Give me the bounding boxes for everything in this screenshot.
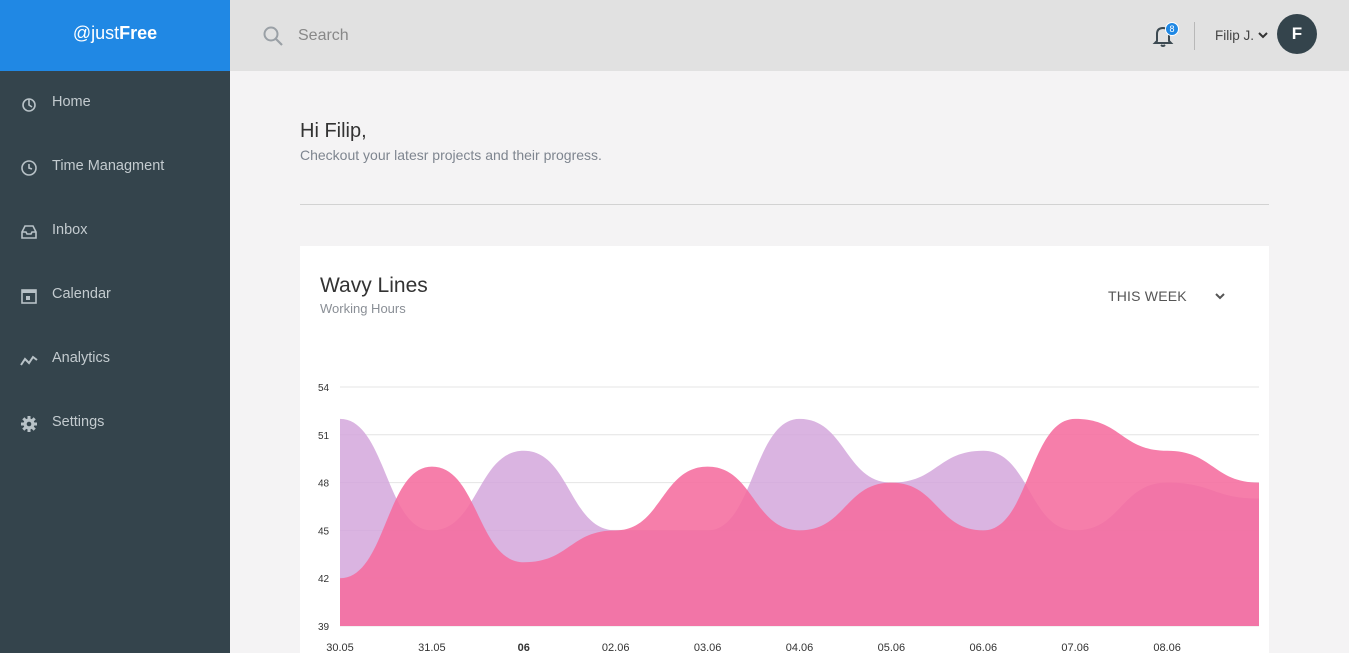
y-tick-label: 42 — [318, 574, 330, 585]
user-name[interactable]: Filip J. — [1215, 28, 1254, 43]
analytics-icon — [20, 355, 38, 366]
area-chart: 39 42 45 48 51 54 30.05 31.05 06 02.06 03.06 04.06 0… — [318, 383, 1259, 653]
sidebar-item-analytics[interactable]: Analytics — [0, 339, 230, 379]
sidebar-item-label: Analytics — [52, 350, 111, 366]
brand-logo[interactable]: @just Free — [0, 0, 230, 71]
sidebar-item-inbox[interactable]: Inbox — [0, 211, 230, 251]
brand-prefix: @just — [72, 23, 120, 43]
chart-card: Wavy Lines Working Hours THIS WEEK 39 42 4… — [300, 246, 1269, 653]
topbar: 8 Filip J. F — [230, 0, 1349, 71]
topbar-divider — [1194, 22, 1195, 50]
divider — [300, 204, 1269, 205]
sidebar-item-time-managment[interactable]: Time Managment — [0, 147, 230, 187]
notification-badge: 8 — [1165, 22, 1179, 36]
sidebar-item-label: Home — [52, 94, 91, 110]
gear-icon — [21, 416, 37, 432]
y-tick-label: 48 — [318, 479, 330, 490]
x-tick-label: 31.05 — [418, 642, 446, 653]
page-title: Hi Filip, — [300, 120, 367, 142]
y-tick-label: 45 — [318, 526, 330, 537]
y-tick-label: 51 — [318, 431, 330, 442]
sidebar-item-label: Settings — [52, 414, 105, 430]
page-subtitle: Checkout your latesr projects and their … — [300, 147, 602, 163]
sidebar-item-label: Time Managment — [52, 158, 165, 174]
search-input[interactable] — [298, 23, 798, 49]
sidebar-item-home[interactable]: Home — [0, 83, 230, 123]
inbox-icon — [21, 225, 37, 239]
x-tick-label: 05.06 — [878, 642, 906, 653]
sidebar-item-settings[interactable]: Settings — [0, 403, 230, 443]
x-tick-label: 30.05 — [326, 642, 354, 653]
avatar[interactable]: F — [1277, 14, 1317, 54]
home-icon — [22, 98, 36, 112]
clock-icon — [21, 160, 37, 176]
x-tick-label: 06.06 — [970, 642, 998, 653]
sidebar-item-label: Inbox — [52, 222, 88, 238]
x-tick-label: 04.06 — [786, 642, 814, 653]
x-tick-label: 03.06 — [694, 642, 722, 653]
sidebar-item-calendar[interactable]: Calendar — [0, 275, 230, 315]
x-tick-label: 06 — [518, 642, 530, 653]
sidebar-item-label: Calendar — [52, 286, 111, 302]
y-tick-label: 39 — [318, 622, 330, 633]
calendar-icon — [21, 289, 37, 304]
search-icon[interactable] — [262, 25, 284, 47]
x-tick-label: 02.06 — [602, 642, 630, 653]
y-tick-label: 54 — [318, 383, 330, 394]
sidebar: @just Free Home Time Managment Inbox Cale… — [0, 0, 230, 653]
brand-bold: Free — [119, 23, 158, 43]
chevron-down-icon[interactable] — [1257, 29, 1269, 41]
x-tick-label: 08.06 — [1153, 642, 1181, 653]
x-tick-label: 07.06 — [1061, 642, 1089, 653]
